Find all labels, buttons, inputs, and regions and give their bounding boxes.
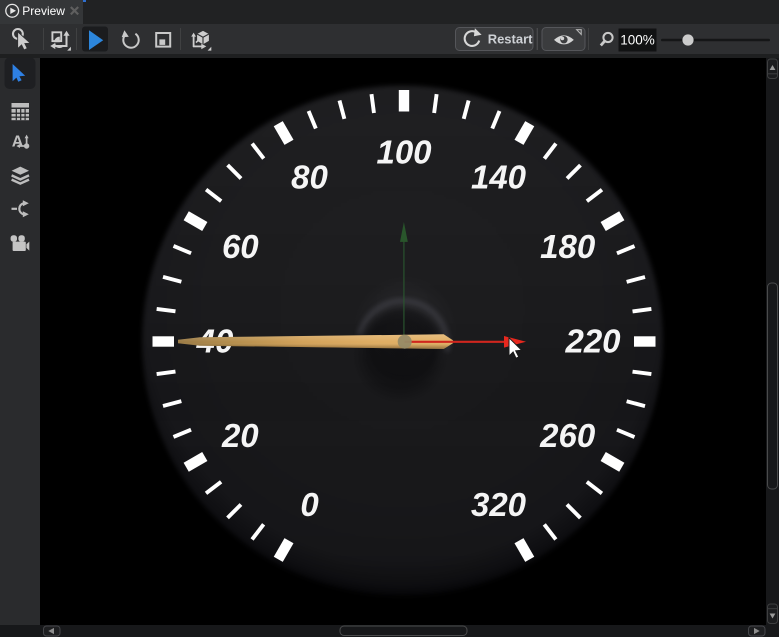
svg-text:180: 180 bbox=[540, 228, 596, 265]
svg-text:220: 220 bbox=[564, 322, 621, 359]
svg-text:80: 80 bbox=[291, 159, 328, 196]
svg-text:20: 20 bbox=[221, 417, 259, 454]
svg-text:Restart: Restart bbox=[488, 31, 533, 46]
svg-text:A: A bbox=[12, 133, 24, 150]
svg-text:320: 320 bbox=[471, 486, 527, 523]
svg-text:260: 260 bbox=[539, 417, 596, 454]
svg-text:100%: 100% bbox=[620, 33, 655, 48]
svg-text:100: 100 bbox=[376, 133, 432, 170]
svg-text:0: 0 bbox=[300, 486, 319, 523]
svg-text:Preview: Preview bbox=[22, 4, 65, 18]
svg-text:140: 140 bbox=[471, 159, 527, 196]
svg-text:60: 60 bbox=[222, 228, 259, 265]
